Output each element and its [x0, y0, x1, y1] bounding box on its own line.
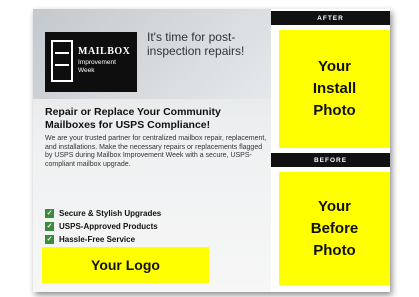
- install-photo-placeholder[interactable]: Your Install Photo: [279, 30, 390, 148]
- flyer-card: MAILBOX Improvement Week It's time for p…: [33, 9, 390, 292]
- check-icon: ✓: [45, 209, 54, 218]
- check-icon: ✓: [45, 235, 54, 244]
- logo-subtitle: Improvement Week: [78, 59, 116, 74]
- after-band: AFTER: [271, 11, 390, 25]
- left-panel: MAILBOX Improvement Week It's time for p…: [33, 9, 271, 292]
- feature-label: Hassle-Free Service: [59, 235, 136, 244]
- your-logo-placeholder[interactable]: Your Logo: [42, 247, 209, 283]
- check-icon: ✓: [45, 222, 54, 231]
- before-photo-label: Your Before Photo: [310, 197, 359, 259]
- before-photo-placeholder[interactable]: Your Before Photo: [279, 172, 390, 285]
- feature-item: ✓ USPS-Approved Products: [45, 220, 265, 233]
- feature-item: ✓ Hassle-Free Service: [45, 233, 265, 246]
- your-logo-label: Your Logo: [91, 257, 160, 273]
- mailbox-week-logo: MAILBOX Improvement Week: [45, 32, 137, 92]
- logo-title: MAILBOX: [78, 46, 131, 57]
- tagline: It's time for post-inspection repairs!: [147, 30, 245, 58]
- before-label: BEFORE: [313, 156, 348, 164]
- feature-item: ✓ Secure & Stylish Upgrades: [45, 207, 265, 220]
- right-panel: AFTER Your Install Photo BEFORE Your Bef…: [271, 9, 390, 292]
- headline: Repair or Replace Your Community Mailbox…: [45, 106, 221, 131]
- after-label: AFTER: [317, 14, 344, 22]
- install-photo-label: Your Install Photo: [312, 58, 357, 119]
- before-band: BEFORE: [271, 153, 390, 167]
- feature-label: Secure & Stylish Upgrades: [59, 209, 162, 218]
- feature-list: ✓ Secure & Stylish Upgrades ✓ USPS-Appro…: [45, 207, 265, 246]
- mailbox-icon: [51, 40, 73, 82]
- feature-label: USPS-Approved Products: [59, 222, 158, 231]
- body-text: We are your trusted partner for centrali…: [45, 135, 267, 168]
